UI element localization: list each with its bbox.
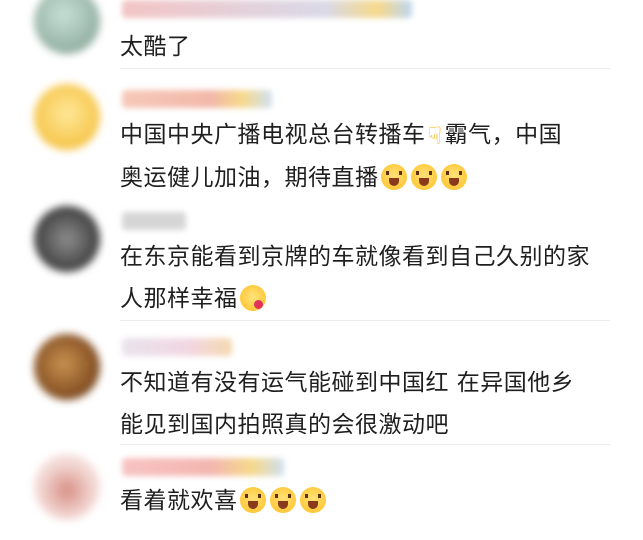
username-blurred[interactable]	[122, 212, 186, 230]
comment-text: 太酷了	[120, 26, 620, 68]
comment-feed: 太酷了 中国中央广播电视总台转播车☟霸气，中国 奥运健儿加油，期待直播 在东京能…	[0, 0, 643, 540]
point-down-icon: ☟	[427, 122, 443, 150]
comment-text: 中国中央广播电视总台转播车☟霸气，中国 奥运健儿加油，期待直播	[120, 114, 620, 199]
grinning-tears-icon	[380, 164, 407, 190]
divider	[120, 320, 610, 321]
comment-text-line: 霸气，中国	[444, 122, 563, 148]
avatar[interactable]	[34, 334, 100, 400]
username-blurred[interactable]	[122, 458, 284, 476]
grinning-tears-icon	[440, 164, 467, 190]
comment-text-line: 人那样幸福	[120, 286, 238, 312]
comment-text-line: 不知道有没有运气能碰到中国红 在异国他乡	[120, 370, 575, 396]
divider	[120, 68, 610, 69]
avatar[interactable]	[34, 206, 100, 272]
grinning-tears-icon	[239, 487, 266, 513]
username-blurred[interactable]	[122, 90, 272, 108]
avatar[interactable]	[34, 454, 100, 520]
comment-text: 不知道有没有运气能碰到中国红 在异国他乡 能见到国内拍照真的会很激动吧	[120, 362, 620, 446]
avatar[interactable]	[34, 84, 100, 150]
blush-heart-icon	[239, 285, 266, 311]
grinning-tears-icon	[299, 487, 326, 513]
comment-text-line: 在东京能看到京牌的车就像看到自己久别的家	[120, 244, 590, 270]
avatar[interactable]	[34, 0, 100, 54]
comment-text-line: 看着就欢喜	[120, 488, 238, 514]
comment-text-line: 能见到国内拍照真的会很激动吧	[120, 412, 449, 438]
grinning-tears-icon	[410, 164, 437, 190]
comment-text-line: 中国中央广播电视总台转播车	[120, 122, 426, 148]
comment-text-line: 太酷了	[120, 34, 191, 60]
username-blurred[interactable]	[122, 338, 232, 356]
comment-text-line: 奥运健儿加油，期待直播	[120, 165, 379, 191]
divider	[120, 444, 610, 445]
comment-text: 看着就欢喜	[120, 480, 620, 522]
comment-text: 在东京能看到京牌的车就像看到自己久别的家 人那样幸福	[120, 236, 620, 320]
grinning-tears-icon	[269, 487, 296, 513]
username-blurred[interactable]	[122, 0, 412, 18]
